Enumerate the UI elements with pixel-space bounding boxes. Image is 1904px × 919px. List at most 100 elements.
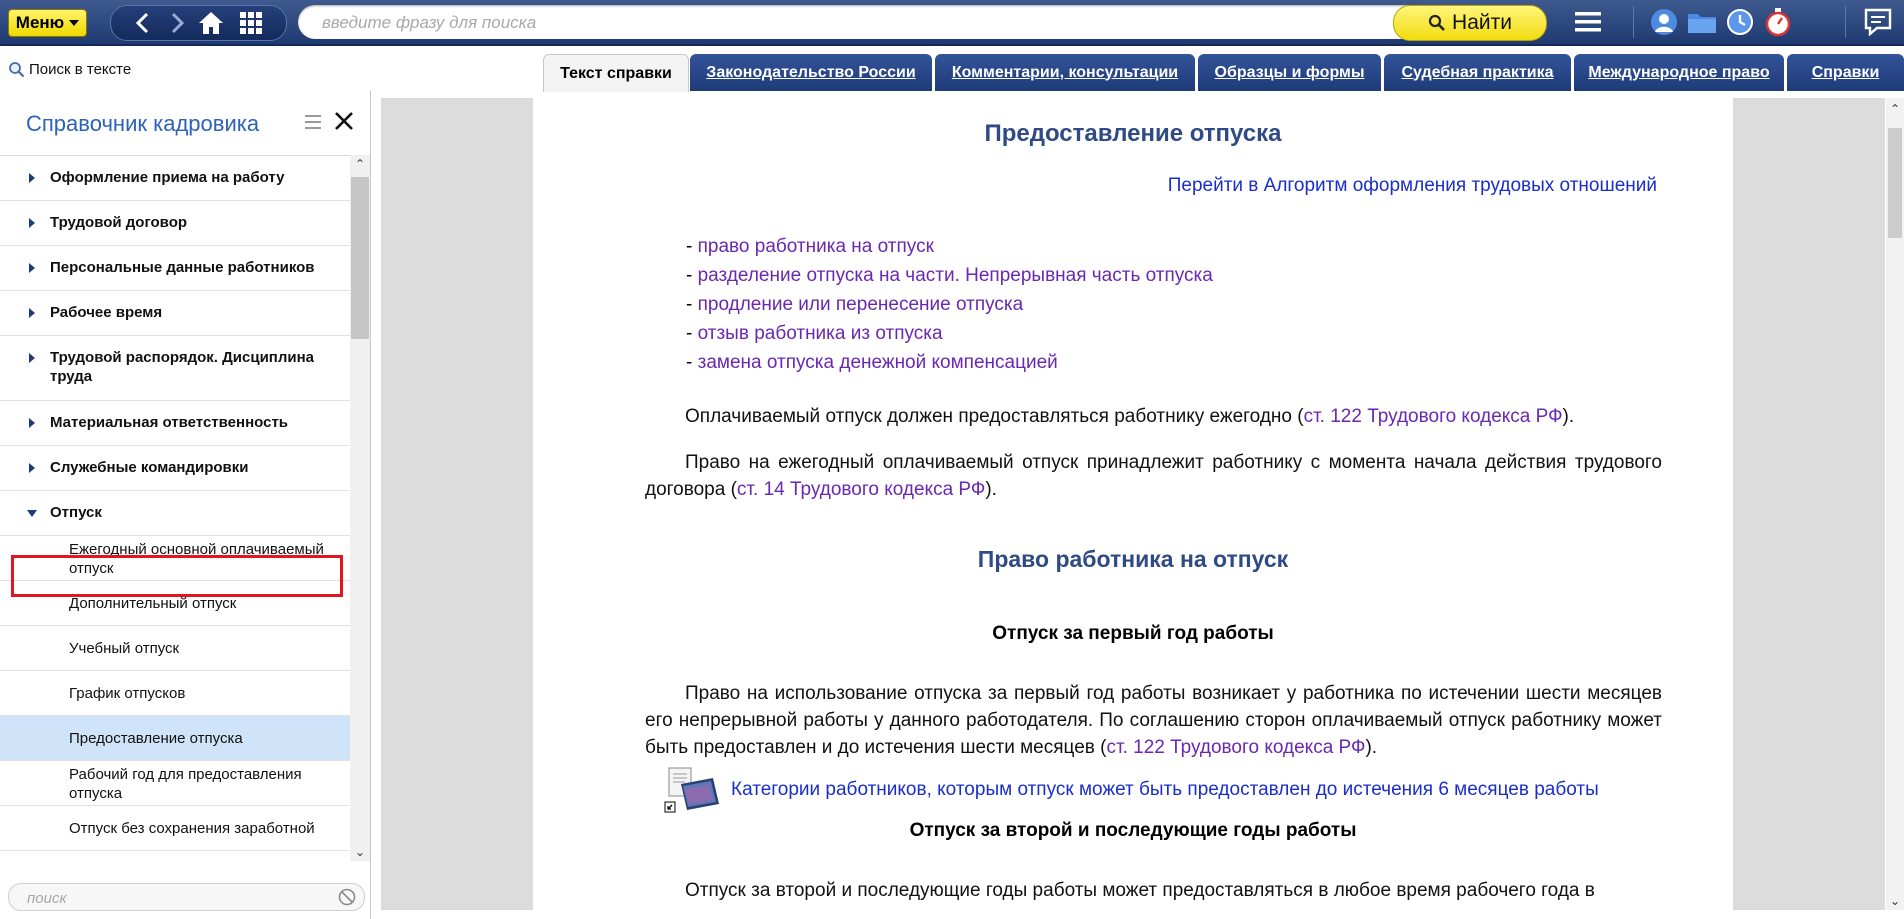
toc-link[interactable]: разделение отпуска на части. Непрерывная… [698, 265, 1213, 286]
back-icon[interactable] [129, 11, 157, 35]
clear-search-icon[interactable] [338, 888, 356, 906]
search-in-text-label: Поиск в тексте [29, 61, 132, 78]
history-clock-icon[interactable] [1724, 8, 1756, 36]
tab-russian-legislation[interactable]: Законодательство России [690, 54, 932, 91]
sidebar-subitem-label: Учебный отпуск [69, 640, 180, 657]
paragraph: Отпуск за второй и последующие годы рабо… [685, 880, 1595, 901]
sidebar-item-business-trips[interactable]: Служебные командировки [0, 446, 350, 491]
subsection-heading: Отпуск за первый год работы [992, 623, 1274, 644]
category-link-row[interactable]: Категории работников, которым отпуск мож… [663, 766, 1599, 814]
sidebar-title: Справочник кадровика [26, 111, 260, 136]
navigation-group [110, 5, 287, 41]
sidebar-item-label: Оформление приема на работу [50, 169, 285, 186]
magnifier-icon [9, 62, 25, 78]
paragraph-text: ). [1365, 737, 1378, 758]
close-icon[interactable] [333, 110, 355, 132]
menu-button-label: Меню [15, 13, 65, 32]
folder-icon[interactable] [1686, 8, 1718, 36]
sidebar-scrollbar[interactable]: ⌃ ⌄ [350, 155, 370, 861]
paragraph: Право на использование отпуска за первый… [645, 680, 1662, 761]
tab-judicial-practice[interactable]: Судебная практика [1384, 54, 1571, 91]
sidebar-subitem-study-leave[interactable]: Учебный отпуск [0, 626, 350, 671]
tab-international-law[interactable]: Международное право [1574, 54, 1784, 91]
sidebar-search-input[interactable] [25, 888, 329, 908]
expand-arrow-icon [29, 218, 35, 228]
sidebar-item-label: Трудовой договор [50, 214, 188, 231]
tab-help-text[interactable]: Текст справки [543, 54, 689, 92]
sidebar-subitem-working-year[interactable]: Рабочий год для предоставления отпуска [0, 761, 350, 806]
expand-arrow-icon [29, 418, 35, 428]
sidebar-item-material-liability[interactable]: Материальная ответственность [0, 401, 350, 446]
sidebar-subitem-granting-leave[interactable]: Предоставление отпуска [0, 716, 350, 761]
paragraph-text: Оплачиваемый отпуск должен предоставлять… [685, 406, 1304, 427]
expand-arrow-icon [29, 308, 35, 318]
sidebar-item-hiring[interactable]: Оформление приема на работу [0, 156, 350, 201]
document-stack-icon [664, 767, 719, 813]
page-title: Предоставление отпуска [984, 120, 1282, 147]
subsection-heading: Отпуск за второй и последующие годы рабо… [909, 820, 1357, 841]
law-article-link[interactable]: ст. 14 Трудового кодекса РФ [737, 479, 985, 500]
toc-dash: - [686, 352, 698, 373]
toc-item: - замена отпуска денежной компенсацией [686, 348, 1213, 377]
sidebar-item-personal-data[interactable]: Персональные данные работников [0, 246, 350, 291]
law-article-link[interactable]: ст. 122 Трудового кодекса РФ [1106, 737, 1365, 758]
toolbar-divider [1845, 6, 1846, 38]
hamburger-icon[interactable] [1572, 8, 1604, 36]
toc-link[interactable]: отзыв работника из отпуска [698, 323, 943, 344]
document-page: Предоставление отпуска Перейти в Алгорит… [533, 98, 1733, 910]
search-in-text-button[interactable]: Поиск в тексте [8, 61, 131, 78]
algorithm-link[interactable]: Перейти в Алгоритм оформления трудовых о… [1168, 175, 1657, 197]
sidebar-menu-icon[interactable] [305, 115, 321, 134]
sidebar-item-work-discipline[interactable]: Трудовой распорядок. Дисциплина труда [0, 336, 350, 401]
scrollbar-thumb[interactable] [1888, 128, 1902, 238]
expand-arrow-icon [29, 353, 35, 363]
tab-comments-consultations[interactable]: Комментарии, консультации [935, 54, 1195, 91]
sidebar-item-label: Отпуск [50, 504, 102, 521]
stopwatch-icon[interactable] [1762, 8, 1794, 37]
chat-icon[interactable] [1862, 8, 1894, 36]
scrollbar-thumb[interactable] [351, 177, 369, 339]
forward-icon[interactable] [163, 11, 191, 35]
sidebar-item-employment-contract[interactable]: Трудовой договор [0, 201, 350, 246]
sidebar-item-working-time[interactable]: Рабочее время [0, 291, 350, 336]
expand-arrow-icon [29, 263, 35, 273]
document-viewport: Предоставление отпуска Перейти в Алгорит… [381, 98, 1885, 910]
document-scrollbar[interactable]: ⌃ ⌄ [1886, 98, 1904, 910]
highlight-annotation [11, 555, 343, 597]
paragraph-text: ). [1562, 406, 1575, 427]
menu-button[interactable]: Меню [8, 9, 87, 37]
sidebar-subitem-unpaid-leave[interactable]: Отпуск без сохранения заработной [0, 806, 350, 851]
magnifier-icon [1428, 14, 1445, 31]
scroll-down-icon[interactable]: ⌄ [1886, 892, 1904, 910]
sidebar-item-label: Рабочее время [50, 304, 163, 321]
sidebar-item-label: Служебные командировки [50, 459, 249, 476]
toc-link[interactable]: право работника на отпуск [698, 236, 934, 257]
home-icon[interactable] [197, 11, 225, 35]
toc-item: - продление или перенесение отпуска [686, 290, 1213, 319]
sidebar-item-label: Материальная ответственность [50, 414, 289, 431]
tab-references[interactable]: Справки [1787, 54, 1904, 91]
scroll-up-icon[interactable]: ⌃ [350, 155, 370, 173]
sidebar-subitem-vacation-schedule[interactable]: График отпусков [0, 671, 350, 716]
scroll-down-icon[interactable]: ⌄ [350, 843, 370, 861]
paragraph-text: ). [985, 479, 997, 500]
tab-samples-forms[interactable]: Образцы и формы [1198, 54, 1381, 91]
section-heading: Право работника на отпуск [977, 546, 1289, 572]
toc-item: - отзыв работника из отпуска [686, 319, 1213, 348]
toc-link[interactable]: продление или перенесение отпуска [698, 294, 1024, 315]
main-search-input[interactable] [320, 11, 1384, 35]
main-search-field [298, 5, 1544, 39]
sidebar-subitem-label: График отпусков [69, 685, 186, 702]
find-button-label: Найти [1452, 11, 1512, 34]
profile-icon[interactable] [1648, 8, 1680, 36]
scroll-up-icon[interactable]: ⌃ [1886, 100, 1904, 118]
tabs-row: Поиск в тексте Текст справки Законодател… [0, 46, 1904, 92]
grid-icon[interactable] [237, 11, 265, 35]
expand-arrow-icon [29, 463, 35, 473]
find-button[interactable]: Найти [1393, 5, 1547, 41]
law-article-link[interactable]: ст. 122 Трудового кодекса РФ [1304, 406, 1563, 427]
toc-item: - право работника на отпуск [686, 232, 1213, 261]
category-link[interactable]: Категории работников, которым отпуск мож… [731, 779, 1599, 801]
sidebar-item-vacation[interactable]: Отпуск [0, 491, 350, 536]
toc-link[interactable]: замена отпуска денежной компенсацией [698, 352, 1058, 373]
